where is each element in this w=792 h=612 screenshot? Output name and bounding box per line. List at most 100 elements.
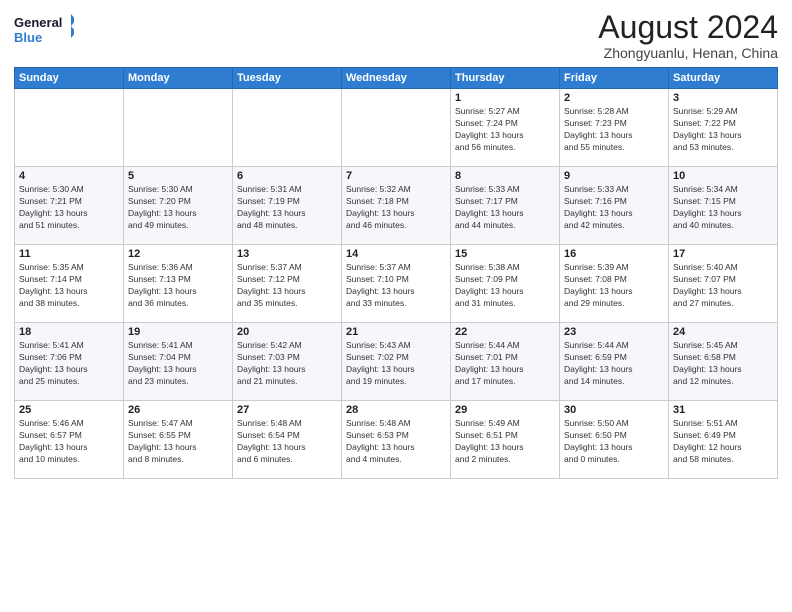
calendar-cell — [342, 89, 451, 167]
day-info: Sunrise: 5:38 AMSunset: 7:09 PMDaylight:… — [455, 262, 555, 310]
day-number: 5 — [128, 170, 228, 182]
day-number: 25 — [19, 404, 119, 416]
title-block: August 2024 Zhongyuanlu, Henan, China — [598, 10, 778, 61]
day-info: Sunrise: 5:44 AMSunset: 6:59 PMDaylight:… — [564, 340, 664, 388]
calendar-cell: 18 Sunrise: 5:41 AMSunset: 7:06 PMDayligh… — [15, 323, 124, 401]
calendar-cell: 30 Sunrise: 5:50 AMSunset: 6:50 PMDayligh… — [560, 401, 669, 479]
day-number: 13 — [237, 248, 337, 260]
logo: General Blue — [14, 10, 74, 48]
weekday-friday: Friday — [560, 68, 669, 89]
main-title: August 2024 — [598, 10, 778, 45]
calendar-cell: 6 Sunrise: 5:31 AMSunset: 7:19 PMDaylight… — [233, 167, 342, 245]
day-info: Sunrise: 5:34 AMSunset: 7:15 PMDaylight:… — [673, 184, 773, 232]
week-row-1: 1Sunrise: 5:27 AMSunset: 7:24 PMDaylight… — [15, 89, 778, 167]
day-info: Sunrise: 5:31 AMSunset: 7:19 PMDaylight:… — [237, 184, 337, 232]
calendar-cell: 15 Sunrise: 5:38 AMSunset: 7:09 PMDayligh… — [451, 245, 560, 323]
day-info: Sunrise: 5:41 AMSunset: 7:06 PMDaylight:… — [19, 340, 119, 388]
calendar-cell: 16 Sunrise: 5:39 AMSunset: 7:08 PMDayligh… — [560, 245, 669, 323]
calendar-cell: 29 Sunrise: 5:49 AMSunset: 6:51 PMDayligh… — [451, 401, 560, 479]
svg-text:General: General — [14, 15, 62, 30]
calendar-cell: 14 Sunrise: 5:37 AMSunset: 7:10 PMDayligh… — [342, 245, 451, 323]
day-number: 19 — [128, 326, 228, 338]
calendar-cell — [233, 89, 342, 167]
calendar-cell: 2 Sunrise: 5:28 AMSunset: 7:23 PMDaylight… — [560, 89, 669, 167]
day-info: Sunrise: 5:47 AMSunset: 6:55 PMDaylight:… — [128, 418, 228, 466]
page: General Blue August 2024 Zhongyuanlu, He… — [0, 0, 792, 612]
day-info: Sunrise: 5:49 AMSunset: 6:51 PMDaylight:… — [455, 418, 555, 466]
day-number: 14 — [346, 248, 446, 260]
calendar-cell: 12 Sunrise: 5:36 AMSunset: 7:13 PMDayligh… — [124, 245, 233, 323]
day-number: 12 — [128, 248, 228, 260]
calendar-cell: 11Sunrise: 5:35 AMSunset: 7:14 PMDayligh… — [15, 245, 124, 323]
weekday-tuesday: Tuesday — [233, 68, 342, 89]
day-number: 6 — [237, 170, 337, 182]
calendar-cell: 1Sunrise: 5:27 AMSunset: 7:24 PMDaylight… — [451, 89, 560, 167]
calendar-cell: 3Sunrise: 5:29 AMSunset: 7:22 PMDaylight… — [669, 89, 778, 167]
calendar: SundayMondayTuesdayWednesdayThursdayFrid… — [14, 67, 778, 479]
day-number: 4 — [19, 170, 119, 182]
weekday-saturday: Saturday — [669, 68, 778, 89]
day-number: 28 — [346, 404, 446, 416]
day-number: 30 — [564, 404, 664, 416]
day-number: 17 — [673, 248, 773, 260]
day-info: Sunrise: 5:42 AMSunset: 7:03 PMDaylight:… — [237, 340, 337, 388]
day-info: Sunrise: 5:43 AMSunset: 7:02 PMDaylight:… — [346, 340, 446, 388]
calendar-cell — [124, 89, 233, 167]
day-info: Sunrise: 5:32 AMSunset: 7:18 PMDaylight:… — [346, 184, 446, 232]
day-number: 11 — [19, 248, 119, 260]
logo-graphic: General Blue — [14, 10, 74, 48]
calendar-cell: 13Sunrise: 5:37 AMSunset: 7:12 PMDayligh… — [233, 245, 342, 323]
day-info: Sunrise: 5:41 AMSunset: 7:04 PMDaylight:… — [128, 340, 228, 388]
day-number: 18 — [19, 326, 119, 338]
day-number: 1 — [455, 92, 555, 104]
day-info: Sunrise: 5:46 AMSunset: 6:57 PMDaylight:… — [19, 418, 119, 466]
calendar-cell: 26 Sunrise: 5:47 AMSunset: 6:55 PMDayligh… — [124, 401, 233, 479]
day-number: 27 — [237, 404, 337, 416]
day-info: Sunrise: 5:39 AMSunset: 7:08 PMDaylight:… — [564, 262, 664, 310]
day-info: Sunrise: 5:37 AMSunset: 7:10 PMDaylight:… — [346, 262, 446, 310]
day-number: 9 — [564, 170, 664, 182]
calendar-cell: 5 Sunrise: 5:30 AMSunset: 7:20 PMDaylight… — [124, 167, 233, 245]
day-info: Sunrise: 5:40 AMSunset: 7:07 PMDaylight:… — [673, 262, 773, 310]
day-number: 2 — [564, 92, 664, 104]
calendar-cell: 25 Sunrise: 5:46 AMSunset: 6:57 PMDayligh… — [15, 401, 124, 479]
day-number: 20 — [237, 326, 337, 338]
svg-text:Blue: Blue — [14, 30, 42, 45]
day-number: 26 — [128, 404, 228, 416]
calendar-cell: 23 Sunrise: 5:44 AMSunset: 6:59 PMDayligh… — [560, 323, 669, 401]
weekday-wednesday: Wednesday — [342, 68, 451, 89]
calendar-cell: 20 Sunrise: 5:42 AMSunset: 7:03 PMDayligh… — [233, 323, 342, 401]
weekday-header-row: SundayMondayTuesdayWednesdayThursdayFrid… — [15, 68, 778, 89]
week-row-5: 25 Sunrise: 5:46 AMSunset: 6:57 PMDayligh… — [15, 401, 778, 479]
day-info: Sunrise: 5:33 AMSunset: 7:17 PMDaylight:… — [455, 184, 555, 232]
weekday-thursday: Thursday — [451, 68, 560, 89]
day-number: 15 — [455, 248, 555, 260]
day-number: 24 — [673, 326, 773, 338]
calendar-cell: 22Sunrise: 5:44 AMSunset: 7:01 PMDayligh… — [451, 323, 560, 401]
calendar-cell: 24 Sunrise: 5:45 AMSunset: 6:58 PMDayligh… — [669, 323, 778, 401]
day-info: Sunrise: 5:50 AMSunset: 6:50 PMDaylight:… — [564, 418, 664, 466]
calendar-cell: 19 Sunrise: 5:41 AMSunset: 7:04 PMDayligh… — [124, 323, 233, 401]
day-number: 10 — [673, 170, 773, 182]
day-number: 22 — [455, 326, 555, 338]
day-number: 16 — [564, 248, 664, 260]
calendar-cell: 21Sunrise: 5:43 AMSunset: 7:02 PMDayligh… — [342, 323, 451, 401]
calendar-cell: 28Sunrise: 5:48 AMSunset: 6:53 PMDayligh… — [342, 401, 451, 479]
calendar-cell: 10 Sunrise: 5:34 AMSunset: 7:15 PMDayligh… — [669, 167, 778, 245]
day-number: 29 — [455, 404, 555, 416]
day-info: Sunrise: 5:36 AMSunset: 7:13 PMDaylight:… — [128, 262, 228, 310]
calendar-cell: 31Sunrise: 5:51 AMSunset: 6:49 PMDayligh… — [669, 401, 778, 479]
weekday-monday: Monday — [124, 68, 233, 89]
header: General Blue August 2024 Zhongyuanlu, He… — [14, 10, 778, 61]
calendar-cell: 17 Sunrise: 5:40 AMSunset: 7:07 PMDayligh… — [669, 245, 778, 323]
day-info: Sunrise: 5:28 AMSunset: 7:23 PMDaylight:… — [564, 106, 664, 154]
calendar-cell: 9Sunrise: 5:33 AMSunset: 7:16 PMDaylight… — [560, 167, 669, 245]
calendar-cell: 7Sunrise: 5:32 AMSunset: 7:18 PMDaylight… — [342, 167, 451, 245]
day-info: Sunrise: 5:45 AMSunset: 6:58 PMDaylight:… — [673, 340, 773, 388]
day-info: Sunrise: 5:29 AMSunset: 7:22 PMDaylight:… — [673, 106, 773, 154]
day-number: 23 — [564, 326, 664, 338]
day-info: Sunrise: 5:30 AMSunset: 7:20 PMDaylight:… — [128, 184, 228, 232]
day-info: Sunrise: 5:30 AMSunset: 7:21 PMDaylight:… — [19, 184, 119, 232]
day-number: 8 — [455, 170, 555, 182]
calendar-cell — [15, 89, 124, 167]
